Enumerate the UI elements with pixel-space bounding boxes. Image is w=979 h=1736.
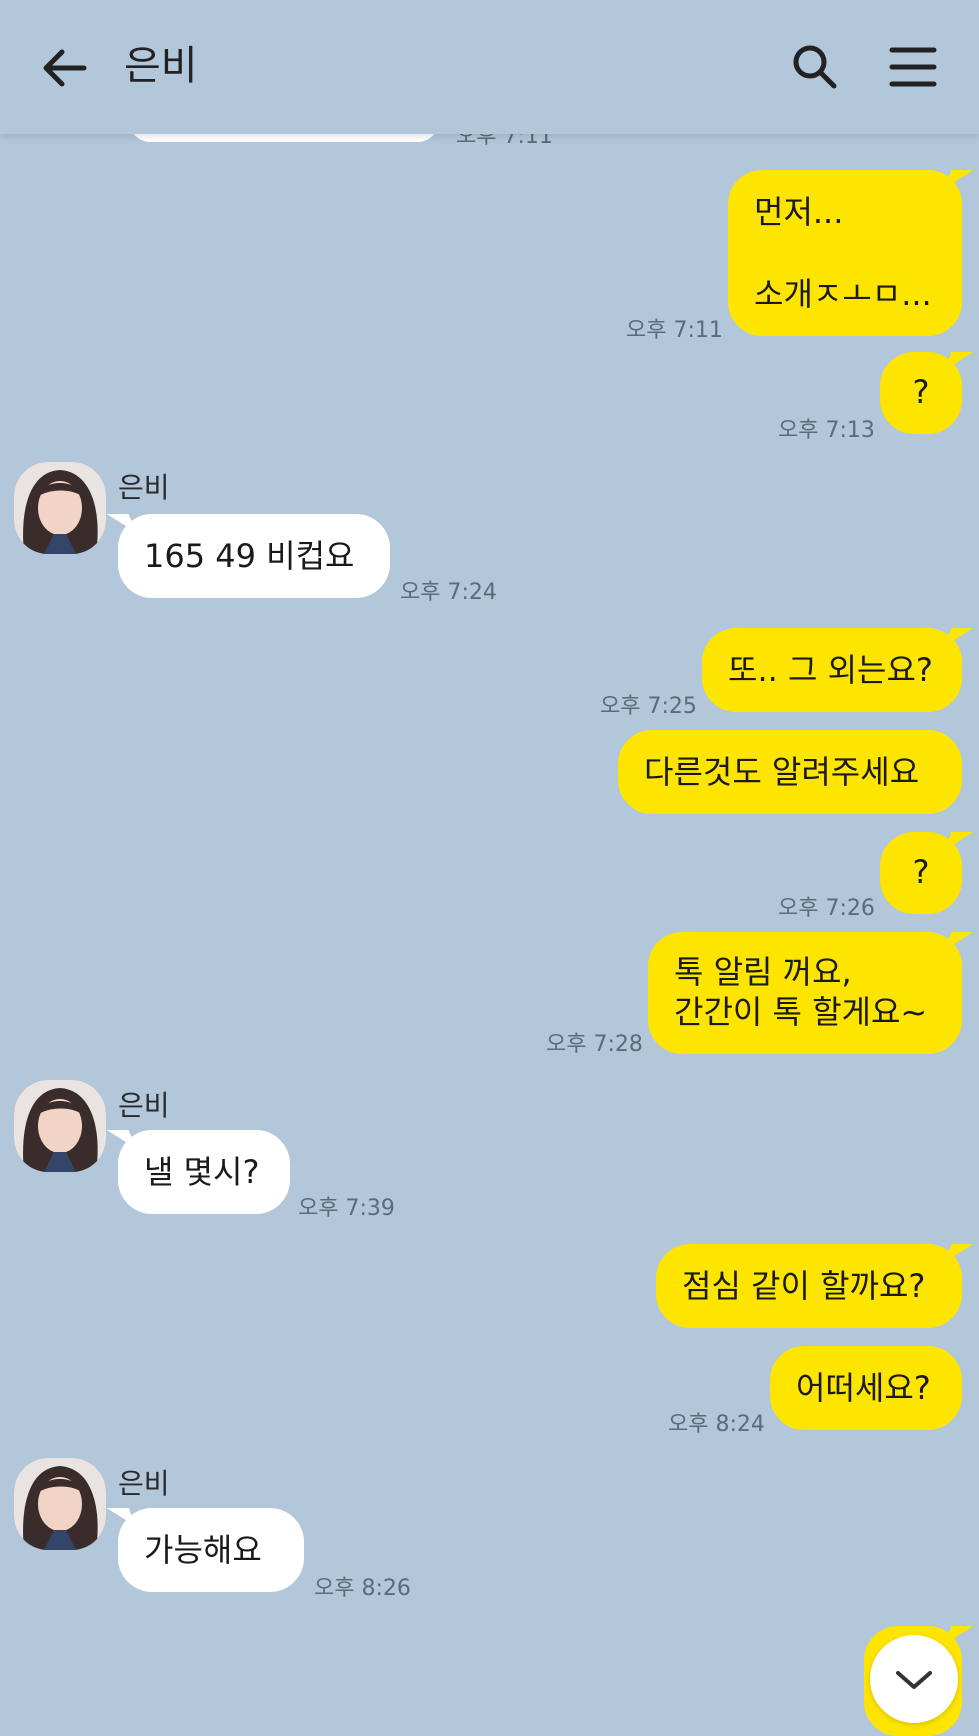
avatar[interactable] (14, 1080, 106, 1172)
message-text: 점심 같이 할까요? (682, 1267, 926, 1305)
message-text: 낼 몇시? (144, 1153, 260, 1191)
message-text: ? (912, 373, 930, 411)
message-time: 오후 8:24 (668, 1412, 765, 1437)
sender-name: 은비 (118, 471, 170, 504)
message-time: 오후 8:26 (314, 1576, 411, 1601)
profile-photo (14, 1080, 106, 1172)
hamburger-menu-icon (889, 47, 937, 87)
message-text: 어떠세요? (796, 1369, 931, 1407)
message-time: 오후 7:39 (298, 1196, 395, 1221)
search-icon (793, 45, 837, 89)
arrow-left-icon (43, 49, 87, 87)
avatar[interactable] (14, 1458, 106, 1550)
message-time: 오후 7:28 (546, 1032, 643, 1057)
profile-photo (14, 462, 106, 554)
avatar[interactable] (14, 462, 106, 554)
message-text: 165 49 비컵요 (144, 537, 355, 575)
my-message-bubble: 어떠세요? (770, 1346, 962, 1430)
message-text: 소개ㅈㅗㅁ... (754, 275, 932, 313)
profile-photo (14, 1458, 106, 1550)
message-text: 간간이 톡 할게요~ (674, 993, 928, 1031)
chat-title: 은비 (124, 43, 198, 89)
message-time: 오후 7:26 (778, 896, 875, 921)
message-text: ? (912, 853, 930, 891)
menu-button[interactable] (888, 44, 938, 90)
my-message-bubble: 톡 알림 꺼요, 간간이 톡 할게요~ (648, 932, 962, 1054)
message-text: 톡 알림 꺼요, (674, 953, 852, 991)
sender-name: 은비 (118, 1089, 170, 1122)
my-message-bubble: ? (880, 352, 962, 434)
chevron-down-icon (896, 1671, 932, 1689)
my-message-bubble: ? (880, 832, 962, 914)
their-message-bubble: 낼 몇시? (118, 1130, 290, 1214)
their-message-bubble: 가능해요 (118, 1508, 304, 1592)
message-time: 오후 7:11 (626, 318, 723, 343)
my-message-bubble: 먼저... 소개ㅈㅗㅁ... (728, 170, 962, 336)
chat-area: 오후 7:11 먼저... 소개ㅈㅗㅁ... 오후 7:11 ? 오후 7:13… (0, 0, 979, 1736)
sender-name: 은비 (118, 1467, 170, 1500)
message-time: 오후 7:13 (778, 418, 875, 443)
message-text: 또.. 그 외는요? (728, 651, 933, 689)
message-text: 다른것도 알려주세요 (644, 753, 920, 791)
back-button[interactable] (40, 44, 92, 92)
search-button[interactable] (790, 42, 840, 92)
message-time: 오후 7:25 (600, 694, 697, 719)
chat-header: 은비 (0, 0, 979, 134)
scroll-to-bottom-button[interactable] (870, 1635, 958, 1723)
their-message-bubble: 165 49 비컵요 (118, 514, 390, 598)
my-message-bubble: 또.. 그 외는요? (702, 628, 962, 712)
message-text: 먼저... (754, 193, 844, 231)
message-time: 오후 7:24 (400, 580, 497, 605)
message-text: 가능해요 (144, 1531, 262, 1569)
my-message-bubble: 점심 같이 할까요? (656, 1244, 962, 1328)
my-message-bubble: 다른것도 알려주세요 (618, 730, 962, 814)
